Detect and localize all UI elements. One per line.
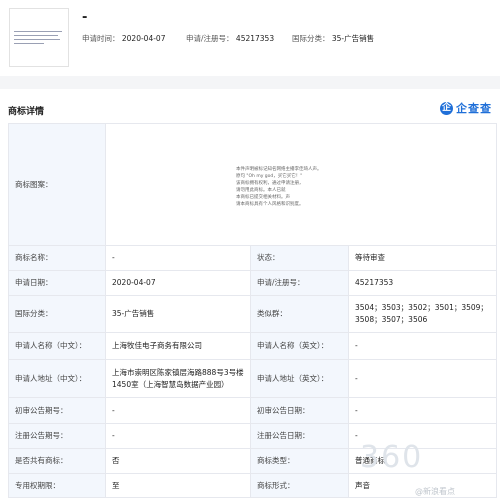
trademark-thumbnail[interactable] <box>9 8 69 67</box>
row-label: 国际分类： <box>8 295 106 333</box>
trademark-detail-table: 商标图案： 本件声明被标记知名网络主播李佳琦人声。 原句 "Oh my god，… <box>8 123 498 498</box>
row-label: 专用权期限： <box>8 473 106 498</box>
table-row: 申请人地址（中文）： 上海市崇明区陈家镇层海路888号3号楼1450室（上海智慧… <box>8 359 498 398</box>
apply-date-label: 申请时间： <box>82 34 120 43</box>
row-label: 商标图案： <box>8 123 106 246</box>
row-label: 注册公告日期： <box>250 423 349 449</box>
table-row: 初审公告期号： - 初审公告日期： - <box>8 397 498 424</box>
row-value: 2020-04-07 <box>105 270 251 296</box>
table-row: 申请日期： 2020-04-07 申请/注册号： 45217353 <box>8 270 498 296</box>
row-value: 35-广告销售 <box>105 295 251 333</box>
qichacha-logo[interactable]: 企 企查查 <box>440 100 492 116</box>
watermark-360: 360 <box>360 440 424 475</box>
table-row: 国际分类： 35-广告销售 类似群： 3504；3503；3502；3501；3… <box>8 295 498 333</box>
row-label: 商标名称： <box>8 245 106 271</box>
row-value: 45217353 <box>347 270 498 296</box>
row-value: 上海市崇明区陈家镇层海路888号3号楼1450室（上海智慧岛数据产业园） <box>105 359 251 398</box>
row-label: 申请/注册号： <box>250 270 349 296</box>
row-value: 否 <box>105 448 251 474</box>
apply-date-value: 2020-04-07 <box>121 34 166 43</box>
row-value: 3504；3503；3502；3501；3509；3508；3507；3506 <box>347 295 498 333</box>
row-value: - <box>347 332 498 360</box>
row-value: 至 <box>105 473 251 498</box>
reg-no-value: 45217353 <box>235 34 275 43</box>
qichacha-icon: 企 <box>440 101 453 115</box>
section-divider <box>0 76 500 89</box>
row-label: 申请人名称（英文）： <box>250 332 349 360</box>
row-value: 等待审查 <box>347 245 498 271</box>
row-label: 初审公告日期： <box>250 397 349 424</box>
row-label: 申请人地址（英文）： <box>250 359 349 398</box>
row-label: 商标类型： <box>250 448 349 474</box>
reg-no-meta: 申请/注册号： 45217353 <box>186 33 274 44</box>
row-value: - <box>105 397 251 424</box>
intl-class-label: 国际分类： <box>292 34 330 43</box>
table-row: 申请人名称（中文）： 上海牧佳电子商务有限公司 申请人名称（英文）： - <box>8 332 498 360</box>
trademark-image-text: 本件声明被标记知名网络主播李佳琦人声。 原句 "Oh my god，买它买它！"… <box>236 167 322 207</box>
trademark-image-cell[interactable]: 本件声明被标记知名网络主播李佳琦人声。 原句 "Oh my god，买它买它！"… <box>104 123 498 246</box>
section-header: 商标详情 企 企查查 <box>0 89 500 123</box>
row-label: 是否共有商标： <box>8 448 106 474</box>
trademark-title: - <box>82 10 88 25</box>
row-label: 注册公告期号： <box>8 423 106 449</box>
intl-class-value: 35-广告销售 <box>331 34 375 43</box>
row-label: 类似群： <box>250 295 349 333</box>
table-row: 注册公告期号： - 注册公告日期： - <box>8 423 498 449</box>
row-label: 申请人名称（中文）： <box>8 332 106 360</box>
row-value: - <box>105 245 251 271</box>
table-row: 商标图案： 本件声明被标记知名网络主播李佳琦人声。 原句 "Oh my god，… <box>8 123 498 246</box>
row-label: 申请人地址（中文）： <box>8 359 106 398</box>
row-label: 初审公告期号： <box>8 397 106 424</box>
row-value: - <box>347 359 498 398</box>
apply-date-meta: 申请时间： 2020-04-07 <box>82 33 165 44</box>
row-label: 商标形式： <box>250 473 349 498</box>
watermark-source: @新浪看点 <box>415 487 455 496</box>
row-label: 状态： <box>250 245 349 271</box>
row-label: 申请日期： <box>8 270 106 296</box>
table-row: 是否共有商标： 否 商标类型： 普通商标 <box>8 448 498 474</box>
intl-class-meta: 国际分类： 35-广告销售 <box>292 33 374 44</box>
section-title: 商标详情 <box>8 107 45 117</box>
applicant-name-link[interactable]: 上海牧佳电子商务有限公司 <box>105 332 251 360</box>
summary-card: - 申请时间： 2020-04-07 申请/注册号： 45217353 国际分类… <box>0 0 500 76</box>
qichacha-name: 企查查 <box>456 102 492 115</box>
reg-no-label: 申请/注册号： <box>186 34 234 43</box>
table-row: 商标名称： - 状态： 等待审查 <box>8 245 498 271</box>
row-value: - <box>105 423 251 449</box>
row-value: - <box>347 397 498 424</box>
